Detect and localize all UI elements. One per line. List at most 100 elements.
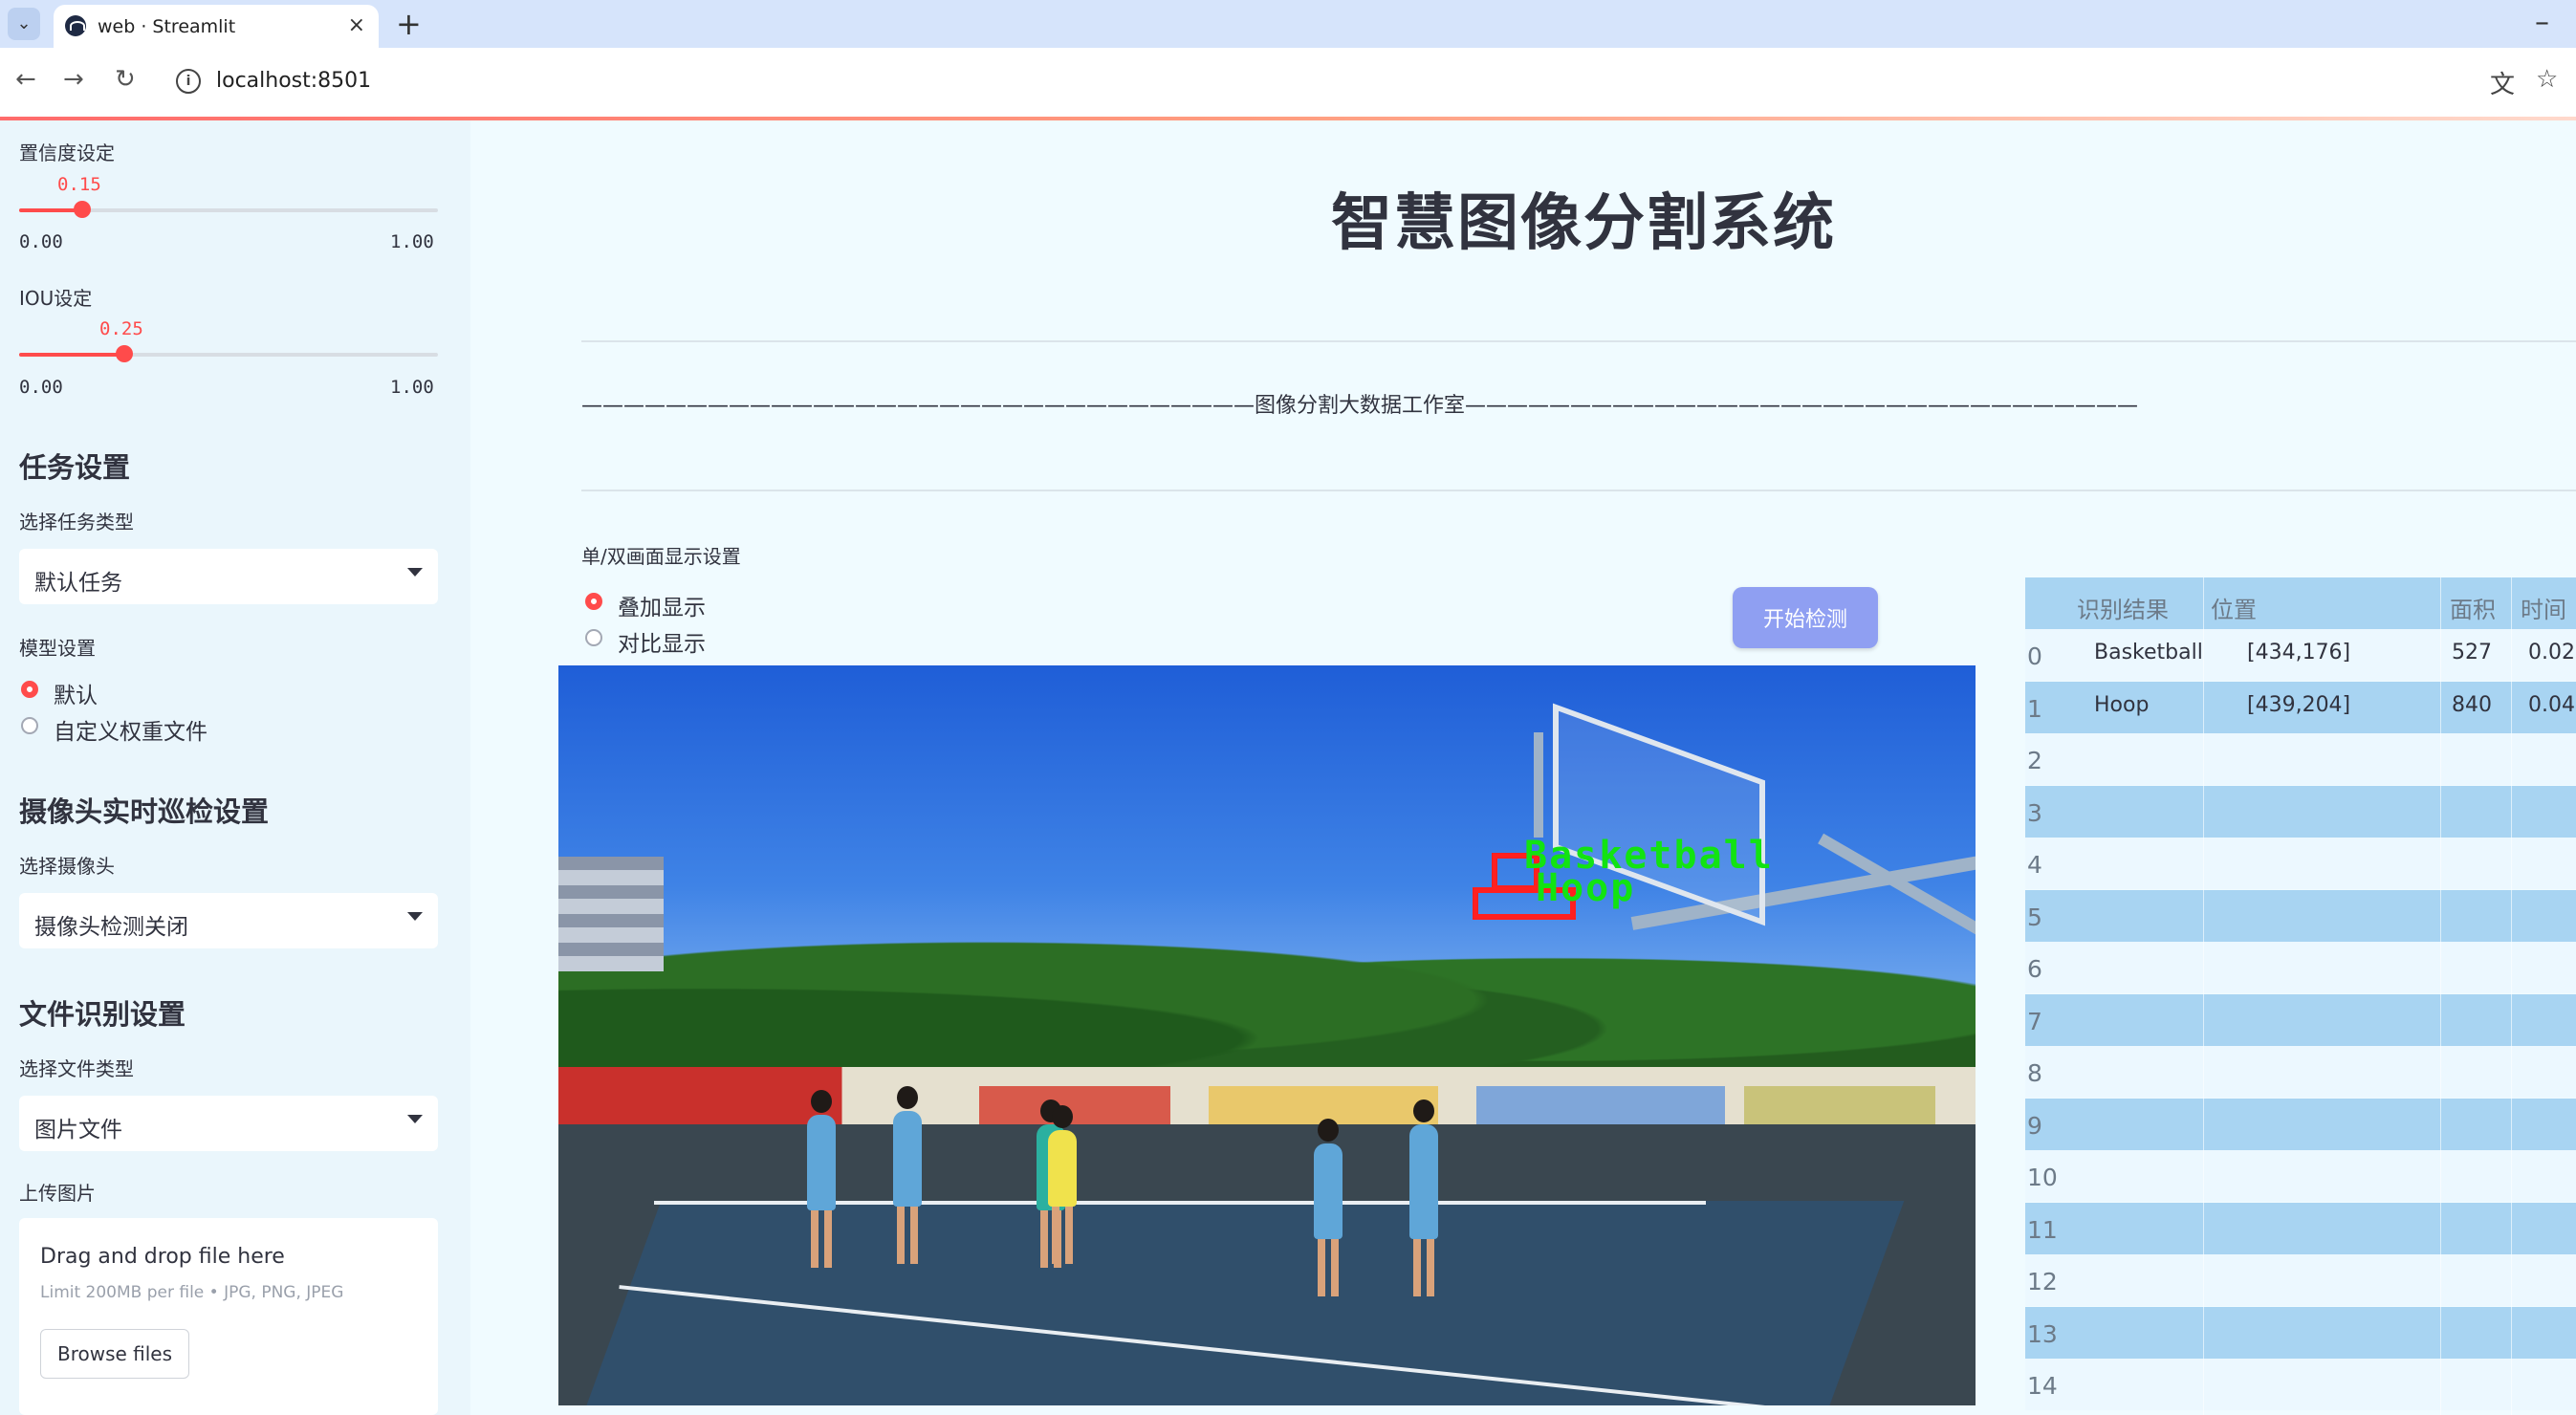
iou-slider-thumb[interactable] <box>115 345 133 362</box>
file-type-select[interactable]: 图片文件 <box>19 1096 438 1151</box>
table-row[interactable]: 10 <box>2025 1150 2576 1202</box>
table-row[interactable]: 1 Hoop [439,204] 840 0.04 <box>2025 681 2576 733</box>
file-dropzone[interactable]: Drag and drop file here Limit 200MB per … <box>19 1218 438 1415</box>
cell-result: Hoop <box>2094 692 2150 717</box>
table-row[interactable]: 12 <box>2025 1254 2576 1306</box>
cell-result: Basketball <box>2094 641 2203 664</box>
iou-label: IOU设定 <box>19 287 93 310</box>
info-icon[interactable]: i <box>176 69 201 94</box>
row-index: 3 <box>2027 798 2042 827</box>
url-field[interactable]: i localhost:8501 <box>168 59 2482 105</box>
chevron-down-icon <box>407 1115 423 1123</box>
banner-poster <box>1744 1086 1935 1124</box>
building <box>558 857 664 971</box>
row-index: 10 <box>2027 1164 2058 1191</box>
confidence-value: 0.15 <box>57 174 101 195</box>
row-index: 11 <box>2027 1215 2058 1244</box>
forward-icon[interactable]: → <box>63 65 84 94</box>
banner-poster <box>979 1086 1170 1124</box>
star-icon[interactable]: ☆ <box>2536 65 2558 94</box>
file-select-label: 选择文件类型 <box>19 1057 134 1080</box>
cell-position: [439,204] <box>2247 692 2351 717</box>
row-index: 14 <box>2027 1372 2058 1400</box>
divider <box>581 490 2576 491</box>
row-index: 12 <box>2027 1268 2058 1295</box>
close-icon[interactable]: × <box>348 13 365 37</box>
table-row[interactable]: 7 <box>2025 993 2576 1046</box>
plus-icon[interactable]: + <box>396 6 422 42</box>
confidence-min: 0.00 <box>19 231 63 252</box>
table-row[interactable]: 4 <box>2025 838 2576 889</box>
table-row[interactable]: 5 <box>2025 889 2576 942</box>
cell-area: 840 <box>2452 692 2492 717</box>
table-row[interactable]: 3 <box>2025 785 2576 838</box>
iou-max: 1.00 <box>390 377 434 398</box>
player <box>1409 1099 1438 1296</box>
iou-slider-fill <box>19 353 124 357</box>
row-index: 9 <box>2027 1111 2042 1140</box>
back-icon[interactable]: ← <box>15 65 36 94</box>
start-detection-button[interactable]: 开始检测 <box>1733 587 1878 648</box>
cell-time: 0.04 <box>2528 692 2575 717</box>
display-radio-overlay[interactable] <box>585 593 602 610</box>
table-row[interactable]: 0 Basketball [434,176] 527 0.02 <box>2025 629 2576 681</box>
iou-min: 0.00 <box>19 377 63 398</box>
display-radio-compare[interactable] <box>585 629 602 646</box>
browser-tab[interactable]: web · Streamlit × <box>54 5 379 48</box>
column-divider <box>2440 577 2441 1415</box>
row-index: 2 <box>2027 747 2042 774</box>
file-type-select-value: 图片文件 <box>34 1118 122 1143</box>
tab-title: web · Streamlit <box>98 16 236 37</box>
reload-icon[interactable]: ↻ <box>115 65 136 94</box>
dropzone-limit: Limit 200MB per file • JPG, PNG, JPEG <box>40 1283 344 1302</box>
confidence-slider[interactable] <box>19 201 438 218</box>
table-row[interactable]: 11 <box>2025 1202 2576 1254</box>
table-header: 识别结果 位置 面积 时间 <box>2025 577 2576 629</box>
row-index: 4 <box>2027 851 2042 879</box>
task-select-value: 默认任务 <box>34 571 122 596</box>
row-index: 13 <box>2027 1319 2058 1348</box>
confidence-slider-thumb[interactable] <box>73 201 91 218</box>
model-label: 模型设置 <box>19 637 96 660</box>
table-row[interactable]: 6 <box>2025 942 2576 993</box>
iou-value: 0.25 <box>99 318 143 339</box>
page-title: 智慧图像分割系统 <box>1331 188 1836 259</box>
row-index: 0 <box>2027 642 2042 670</box>
camera-select[interactable]: 摄像头检测关闭 <box>19 893 438 948</box>
model-radio-custom[interactable] <box>21 717 38 734</box>
display-option-label: 叠加显示 <box>618 596 706 620</box>
task-select-label: 选择任务类型 <box>19 511 134 533</box>
table-row[interactable]: 2 <box>2025 733 2576 785</box>
player <box>1048 1105 1077 1264</box>
player <box>807 1090 836 1268</box>
table-row[interactable]: 13 <box>2025 1306 2576 1359</box>
iou-slider[interactable] <box>19 345 438 362</box>
cell-area: 527 <box>2452 641 2492 664</box>
browser-tab-bar: ⌄ web · Streamlit × + – <box>0 0 2576 48</box>
table-row[interactable]: 14 <box>2025 1359 2576 1410</box>
model-option-label: 自定义权重文件 <box>54 720 207 745</box>
column-divider <box>2511 577 2512 1415</box>
translate-icon[interactable]: 文 <box>2490 65 2515 100</box>
model-radio-default[interactable] <box>21 681 38 698</box>
player <box>893 1086 922 1264</box>
tab-search-chevron-down-icon[interactable]: ⌄ <box>8 8 40 40</box>
player <box>1314 1119 1343 1296</box>
row-index: 7 <box>2027 1007 2042 1035</box>
detection-image: Basketball Hoop <box>558 665 1976 1405</box>
chevron-down-icon <box>407 568 423 577</box>
sidebar: 置信度设定 0.15 0.00 1.00 IOU设定 0.25 0.00 1.0… <box>0 120 470 1415</box>
results-table[interactable]: 识别结果 位置 面积 时间 0 Basketball [434,176] 527 0.0… <box>2025 577 2576 1415</box>
col-header-time[interactable]: 时间 <box>2521 591 2566 624</box>
browse-files-button[interactable]: Browse files <box>40 1329 189 1379</box>
chevron-down-icon <box>407 912 423 921</box>
url-text: localhost:8501 <box>216 69 372 93</box>
col-header-position[interactable]: 位置 <box>2211 591 2257 624</box>
table-row[interactable]: 9 <box>2025 1098 2576 1150</box>
table-row[interactable]: 8 <box>2025 1046 2576 1098</box>
col-header-area[interactable]: 面积 <box>2450 591 2496 624</box>
col-header-result[interactable]: 识别结果 <box>2077 591 2169 624</box>
minimize-icon[interactable]: – <box>2535 6 2549 39</box>
row-index: 1 <box>2027 694 2042 723</box>
task-select[interactable]: 默认任务 <box>19 549 438 604</box>
